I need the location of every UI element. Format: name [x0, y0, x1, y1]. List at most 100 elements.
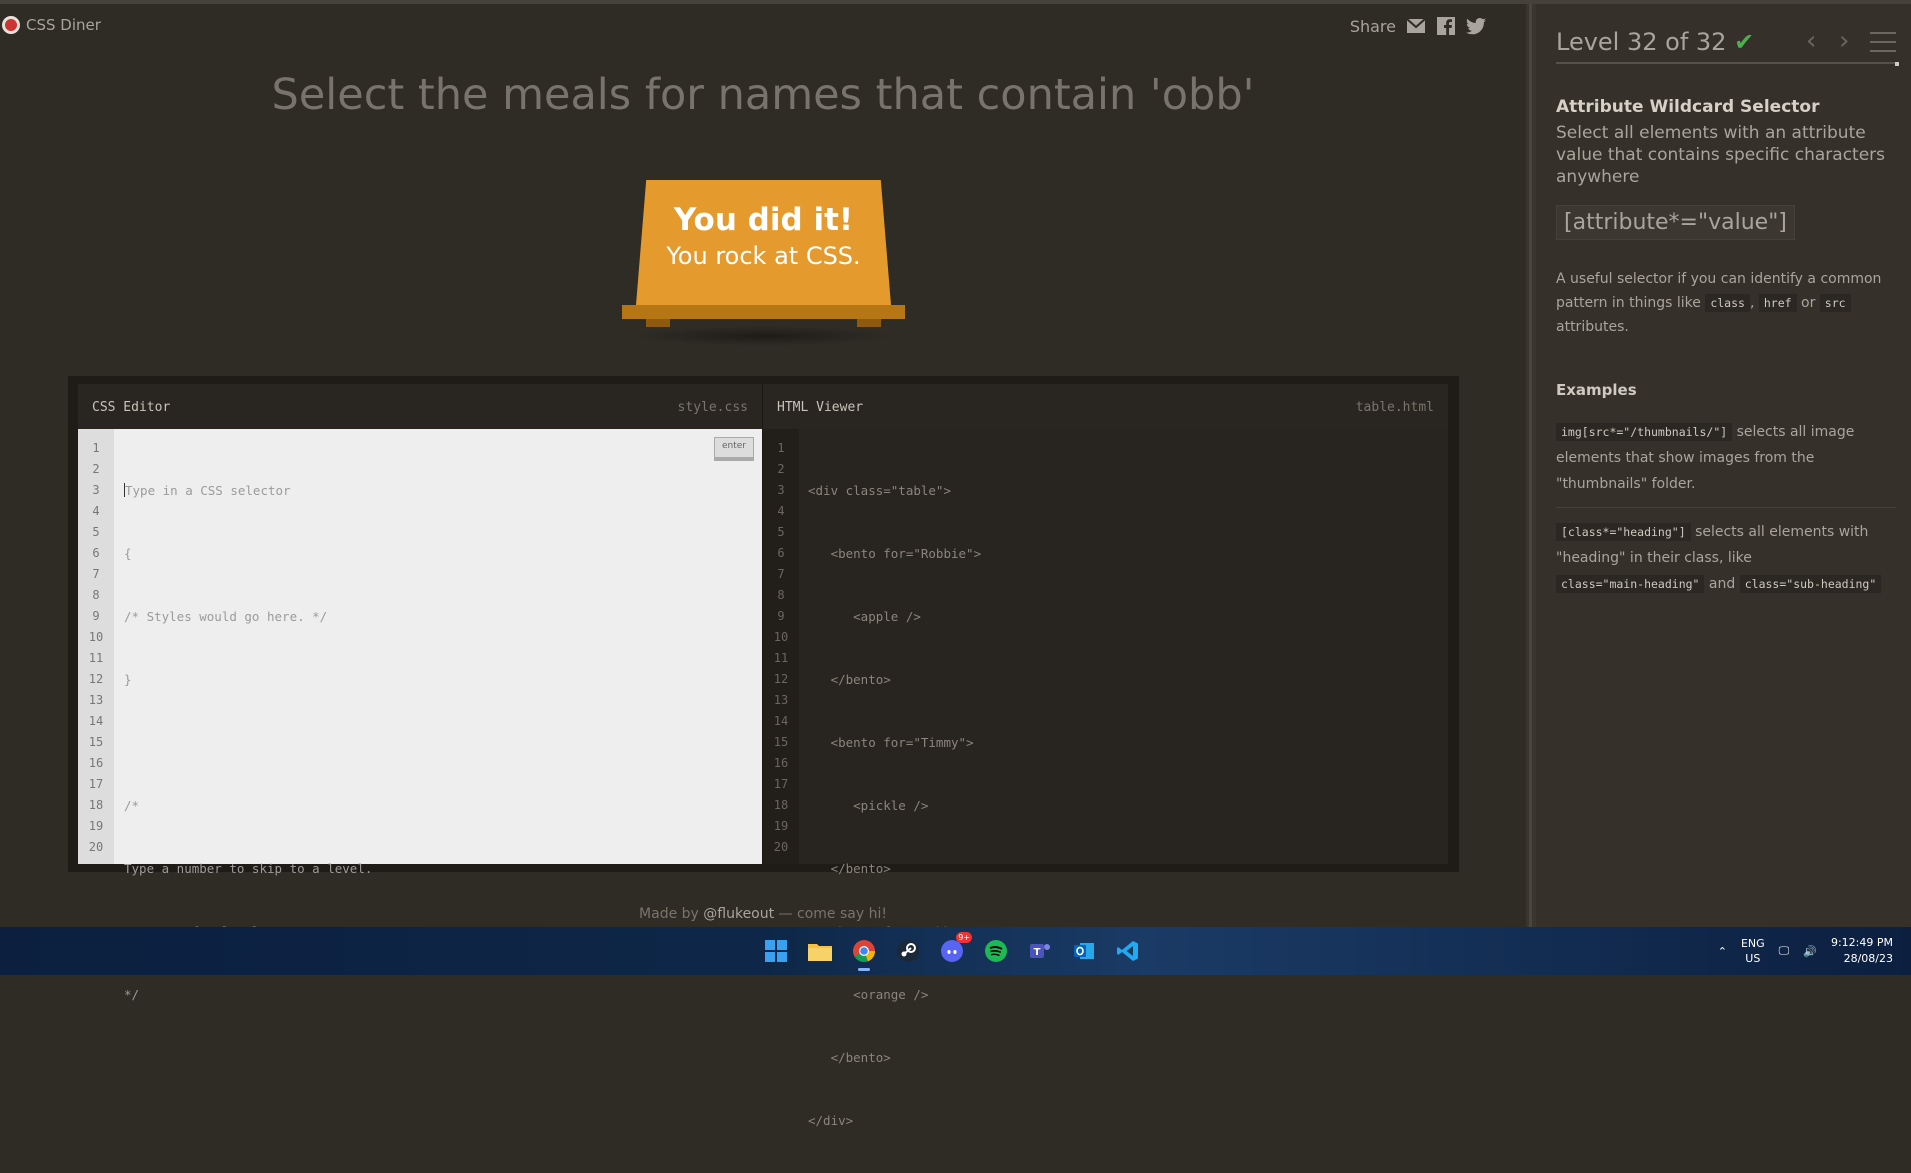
- svg-text:T: T: [1034, 947, 1041, 958]
- win-title: You did it!: [673, 202, 854, 238]
- line-number: 13: [773, 693, 789, 707]
- share-label: Share: [1349, 16, 1396, 36]
- line-number: 17: [88, 777, 104, 791]
- css-code-line: */: [124, 987, 140, 1002]
- logo-icon: [2, 16, 20, 34]
- table-shadow: [632, 326, 895, 346]
- css-code-line: /*: [124, 798, 140, 813]
- notification-badge: 9+: [956, 932, 972, 943]
- steam-icon[interactable]: [892, 935, 924, 967]
- html-code-line[interactable]: <orange />: [808, 984, 981, 1005]
- css-input-placeholder: Type in a CSS selector: [125, 483, 291, 498]
- footer: Made by @flukeout — come say hi!: [0, 906, 1526, 922]
- css-editor: CSS Editor style.css 1 2 3 4 5 6 7 8 9 10 11 12 13 14…: [78, 384, 762, 1002]
- twitter-icon[interactable]: [1466, 16, 1486, 36]
- vscode-icon[interactable]: [1112, 935, 1144, 967]
- level-menu-icon[interactable]: [1870, 32, 1896, 59]
- chrome-icon[interactable]: [848, 935, 880, 971]
- taskbar: 9+ T ⌃ ENG US 🖵 🔊 9:12:49 PM 28/08/23: [0, 927, 1911, 975]
- windows-start-icon[interactable]: [760, 935, 792, 967]
- example-item: [class*="heading"] selects all elements …: [1556, 519, 1896, 597]
- footer-prefix: Made by: [639, 906, 704, 922]
- language-indicator[interactable]: ENG US: [1741, 936, 1765, 966]
- css-code-line: {: [124, 546, 132, 561]
- examples-heading: Examples: [1556, 381, 1637, 399]
- line-number: 18: [773, 798, 789, 812]
- css-code-line: Type a number to skip to a level.: [124, 861, 373, 876]
- line-number: 8: [777, 588, 785, 602]
- line-number: 7: [92, 567, 100, 581]
- enter-button[interactable]: enter: [714, 437, 754, 461]
- discord-icon[interactable]: 9+: [936, 932, 972, 967]
- html-code-line[interactable]: <div class="table">: [808, 480, 981, 501]
- hint-text: or: [1796, 295, 1820, 311]
- html-viewer-filename: table.html: [1355, 400, 1434, 415]
- author-link[interactable]: @flukeout: [703, 906, 774, 922]
- html-code-line[interactable]: <apple />: [808, 606, 981, 627]
- volume-icon[interactable]: 🔊: [1803, 945, 1817, 958]
- order-instruction: Select the meals for names that contain …: [271, 70, 1255, 120]
- line-number: 9: [92, 609, 100, 623]
- css-editor-body[interactable]: 1 2 3 4 5 6 7 8 9 10 11 12 13 14 15 16 17 18 19 20 Type in …: [78, 429, 762, 1002]
- html-line-numbers: 1 2 3 4 5 6 7 8 9 10 11 12 13 14 15 16 17 18 19 20: [763, 429, 799, 864]
- line-number: 10: [773, 630, 789, 644]
- system-tray: ⌃ ENG US 🖵 🔊 9:12:49 PM 28/08/23: [1718, 935, 1893, 967]
- line-number: 2: [777, 462, 785, 476]
- line-number: 5: [777, 525, 785, 539]
- line-number: 11: [773, 651, 789, 665]
- win-subtitle: You rock at CSS.: [666, 242, 861, 270]
- completed-check-icon: ✔: [1734, 28, 1755, 56]
- line-number: 14: [773, 714, 789, 728]
- css-editor-filename: style.css: [677, 400, 748, 415]
- html-code-line[interactable]: </bento>: [808, 1047, 981, 1068]
- example-code: class="sub-heading": [1739, 575, 1882, 593]
- clock[interactable]: 9:12:49 PM 28/08/23: [1831, 935, 1893, 967]
- line-number: 17: [773, 777, 789, 791]
- mail-icon[interactable]: [1406, 16, 1426, 36]
- selector-title: Select all elements with an attribute va…: [1556, 123, 1886, 187]
- previous-level-icon[interactable]: ‹: [1806, 26, 1816, 56]
- html-code-line[interactable]: </div>: [808, 1110, 981, 1131]
- html-code-line[interactable]: <bento for="Robbie">: [808, 543, 982, 564]
- line-number: 20: [88, 840, 104, 854]
- line-number: 19: [88, 819, 104, 833]
- css-input-line[interactable]: Type in a CSS selector: [124, 480, 372, 501]
- footer-suffix: — come say hi!: [774, 906, 887, 922]
- teams-icon[interactable]: T: [1024, 935, 1056, 967]
- line-number: 6: [777, 546, 785, 560]
- logo[interactable]: CSS Diner: [2, 16, 101, 34]
- sidebar-splitter[interactable]: [1526, 4, 1536, 927]
- share-bar: Share: [1350, 16, 1486, 36]
- line-number: 15: [773, 735, 789, 749]
- facebook-icon[interactable]: [1436, 16, 1456, 36]
- html-code-line[interactable]: </bento>: [808, 669, 981, 690]
- css-code-line: /* Styles would go here. */: [124, 609, 328, 624]
- line-number: 1: [92, 441, 100, 455]
- selector-name: Attribute Wildcard Selector: [1556, 97, 1820, 117]
- next-level-icon[interactable]: ›: [1839, 26, 1849, 56]
- html-code-line[interactable]: </bento>: [808, 858, 981, 879]
- html-code-line[interactable]: <bento for="Timmy">: [808, 732, 981, 753]
- game-area: CSS Diner Share Select the meals for nam…: [0, 4, 1526, 1128]
- level-indicator: Level 32 of 32 ✔: [1556, 28, 1754, 56]
- css-editor-title: CSS Editor: [92, 400, 171, 415]
- line-number: 8: [92, 588, 100, 602]
- line-number: 5: [92, 525, 100, 539]
- line-number: 4: [92, 504, 100, 518]
- spotify-icon[interactable]: [980, 935, 1012, 967]
- network-icon[interactable]: 🖵: [1779, 944, 1790, 958]
- example-text: and: [1704, 576, 1740, 592]
- logo-text: CSS Diner: [26, 16, 101, 34]
- progress-bar: [1895, 62, 1899, 66]
- language-code: ENG: [1740, 937, 1765, 950]
- hint-tag: href: [1758, 294, 1797, 312]
- html-code-line[interactable]: <pickle />: [808, 795, 981, 816]
- taskbar-apps: 9+ T: [760, 932, 1144, 971]
- chevron-up-icon[interactable]: ⌃: [1718, 945, 1727, 958]
- outlook-icon[interactable]: [1068, 935, 1100, 967]
- region-code: US: [1745, 952, 1761, 965]
- file-explorer-icon[interactable]: [804, 935, 836, 967]
- level-sidebar: Level 32 of 32 ✔ ‹ › Attribute Wildcard …: [1536, 4, 1911, 927]
- line-number: 4: [777, 504, 785, 518]
- html-viewer: HTML Viewer table.html 1 2 3 4 5 6 7 8 9 10 11 12 13…: [762, 384, 1448, 1128]
